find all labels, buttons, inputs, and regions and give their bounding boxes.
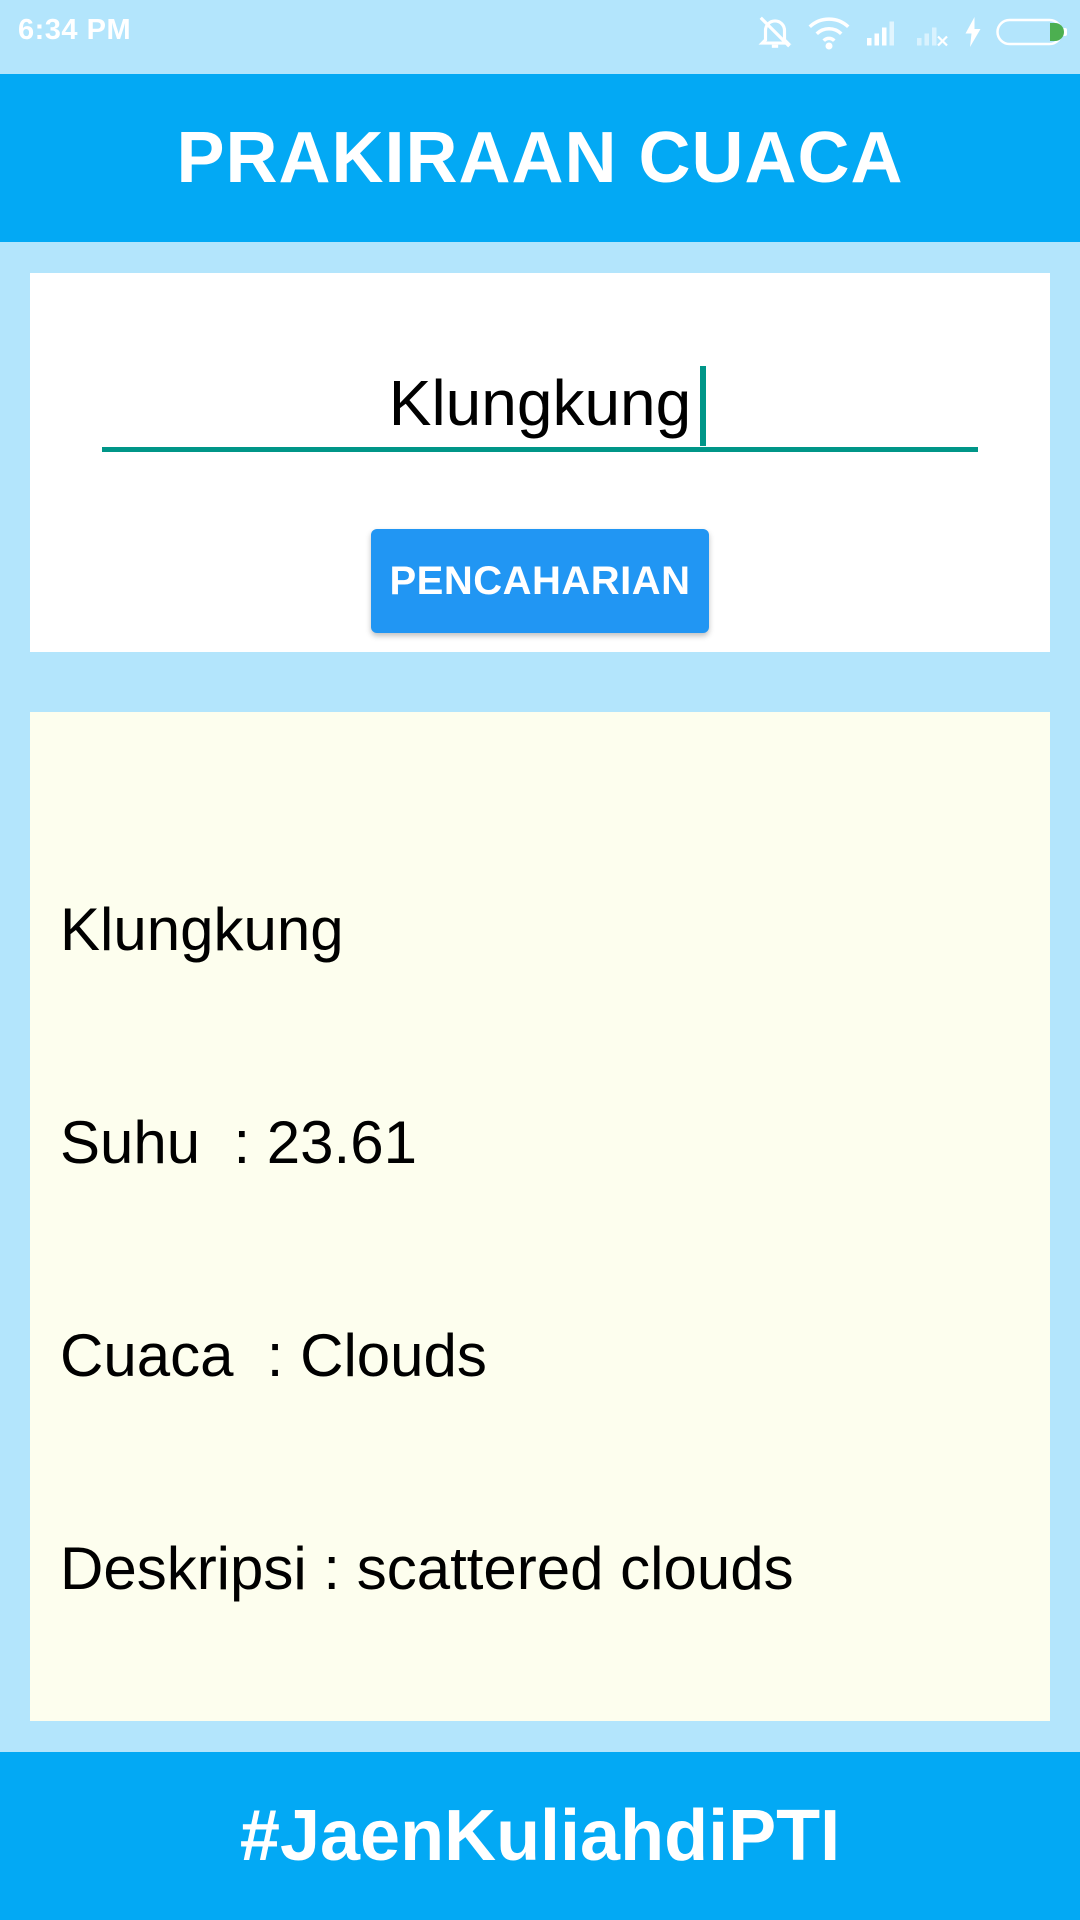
- footer-hashtag: #JaenKuliahdiPTI: [239, 1796, 841, 1876]
- weather-result-card: Klungkung Suhu : 23.61 Cuaca : Clouds De…: [30, 712, 1050, 1721]
- city-search-input[interactable]: [102, 358, 978, 452]
- wifi-icon: [808, 14, 850, 50]
- result-weather: Cuaca : Clouds: [60, 1322, 487, 1389]
- status-bar: 6:34 PM: [0, 0, 1080, 74]
- battery-icon: [996, 17, 1068, 47]
- charging-icon: [964, 17, 982, 47]
- search-button[interactable]: PENCAHARIAN: [371, 529, 709, 633]
- weather-result-text: Klungkung Suhu : 23.61 Cuaca : Clouds De…: [60, 752, 794, 1746]
- page-title: PRAKIRAAN CUACA: [176, 118, 904, 198]
- no-signal-icon: [914, 16, 950, 48]
- result-description: Deskripsi : scattered clouds: [60, 1535, 794, 1602]
- status-icons: [756, 12, 1068, 52]
- signal-icon: [864, 16, 900, 48]
- app-header: PRAKIRAAN CUACA: [0, 74, 1080, 242]
- text-cursor: [700, 366, 706, 446]
- search-card: PENCAHARIAN: [30, 273, 1050, 652]
- app-footer: #JaenKuliahdiPTI: [0, 1752, 1080, 1920]
- muted-bell-icon: [756, 13, 794, 51]
- result-temperature: Suhu : 23.61: [60, 1109, 417, 1176]
- status-time: 6:34 PM: [18, 14, 132, 46]
- result-city: Klungkung: [60, 896, 344, 963]
